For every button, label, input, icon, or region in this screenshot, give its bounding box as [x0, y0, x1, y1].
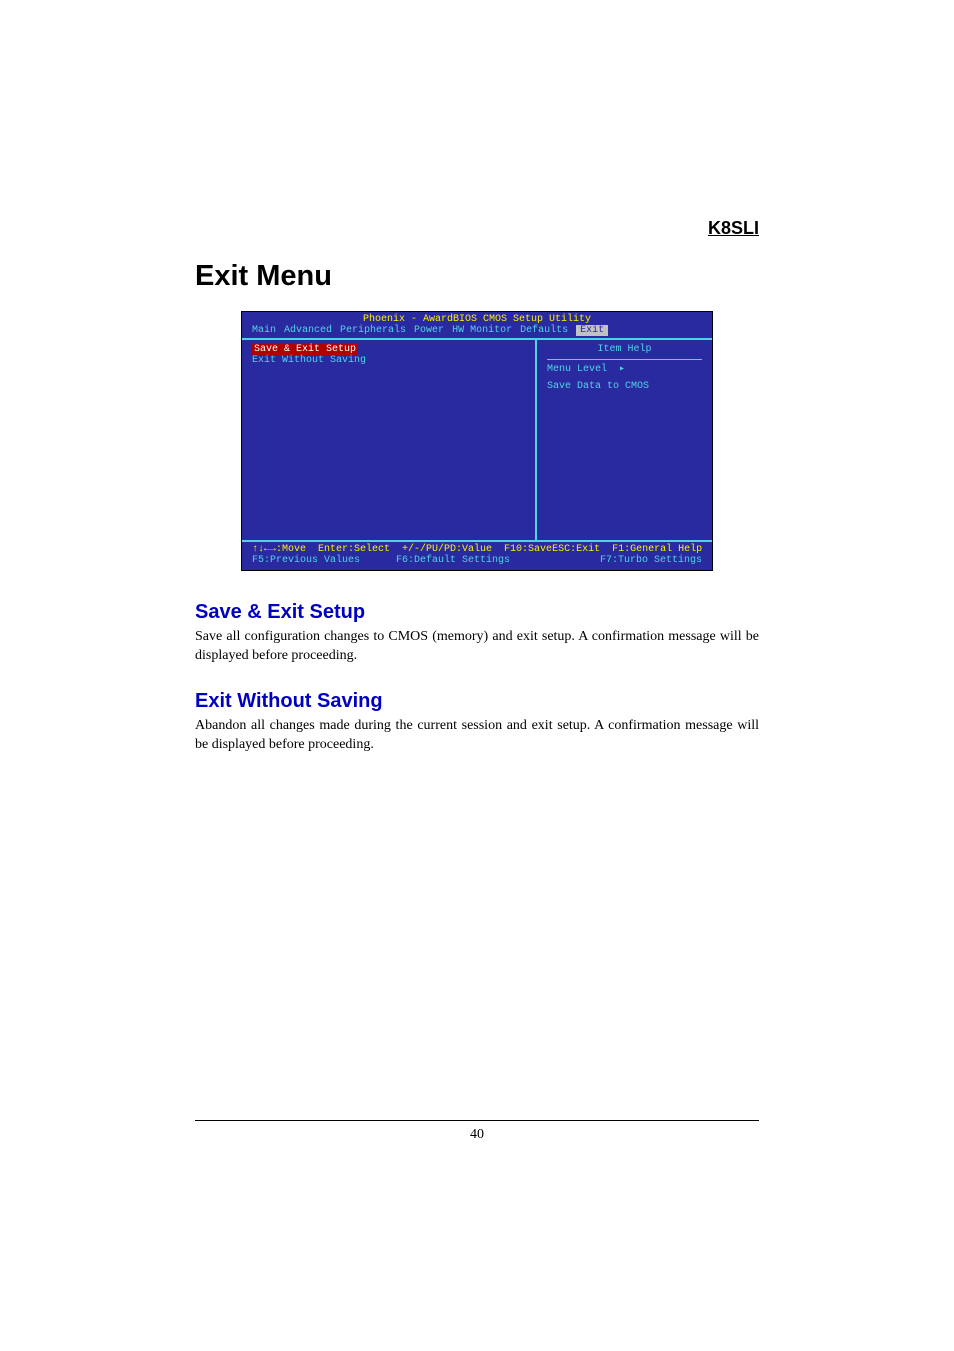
bios-tab-defaults[interactable]: Defaults [520, 325, 568, 336]
bios-help-desc: Save Data to CMOS [547, 381, 702, 392]
bios-tab-hw-monitor[interactable]: HW Monitor [452, 325, 512, 336]
chevron-right-icon: ▸ [619, 364, 625, 375]
bios-footer-keys-1a: ↑↓←→:Move Enter:Select +/-/PU/PD:Value F… [252, 544, 552, 555]
bios-tab-peripherals[interactable]: Peripherals [340, 325, 406, 336]
page-title: Exit Menu [195, 260, 759, 293]
bios-help-title: Item Help [547, 344, 702, 360]
bios-menu-list: Save & Exit Setup Exit Without Saving [242, 340, 537, 540]
bios-window: Phoenix - AwardBIOS CMOS Setup Utility M… [241, 311, 713, 571]
manual-page: K8SLI Exit Menu Phoenix - AwardBIOS CMOS… [0, 0, 954, 1351]
bios-footer-keys-2a: F5:Previous Values F6:Default Settings [252, 555, 510, 566]
section-body-save-exit: Save all configuration changes to CMOS (… [195, 628, 759, 666]
bios-help-panel: Item Help Menu Level ▸ Save Data to CMOS [537, 340, 712, 540]
bios-menu-item-exit-no-save[interactable]: Exit Without Saving [252, 355, 525, 366]
bios-screenshot: Phoenix - AwardBIOS CMOS Setup Utility M… [195, 311, 759, 571]
section-heading-exit-without-saving: Exit Without Saving [195, 690, 759, 713]
bios-tab-exit[interactable]: Exit [576, 325, 608, 336]
bios-body: Save & Exit Setup Exit Without Saving It… [242, 338, 712, 542]
bios-tab-bar: Main Advanced Peripherals Power HW Monit… [242, 325, 712, 338]
bios-tab-advanced[interactable]: Advanced [284, 325, 332, 336]
bios-footer-keys-2b: F7:Turbo Settings [600, 555, 702, 566]
section-body-exit-without-saving: Abandon all changes made during the curr… [195, 717, 759, 755]
section-heading-save-exit: Save & Exit Setup [195, 601, 759, 624]
bios-footer-keys-1b: ESC:Exit F1:General Help [552, 544, 702, 555]
bios-tab-main[interactable]: Main [252, 325, 276, 336]
bios-menu-item-save-exit[interactable]: Save & Exit Setup [252, 344, 525, 355]
product-model-header: K8SLI [708, 218, 759, 239]
footer-divider [195, 1120, 759, 1121]
bios-title-bar: Phoenix - AwardBIOS CMOS Setup Utility [242, 312, 712, 325]
page-number: 40 [0, 1127, 954, 1143]
bios-help-level: Menu Level ▸ [547, 364, 702, 375]
bios-tab-power[interactable]: Power [414, 325, 444, 336]
bios-footer: ↑↓←→:Move Enter:Select +/-/PU/PD:Value F… [242, 542, 712, 570]
